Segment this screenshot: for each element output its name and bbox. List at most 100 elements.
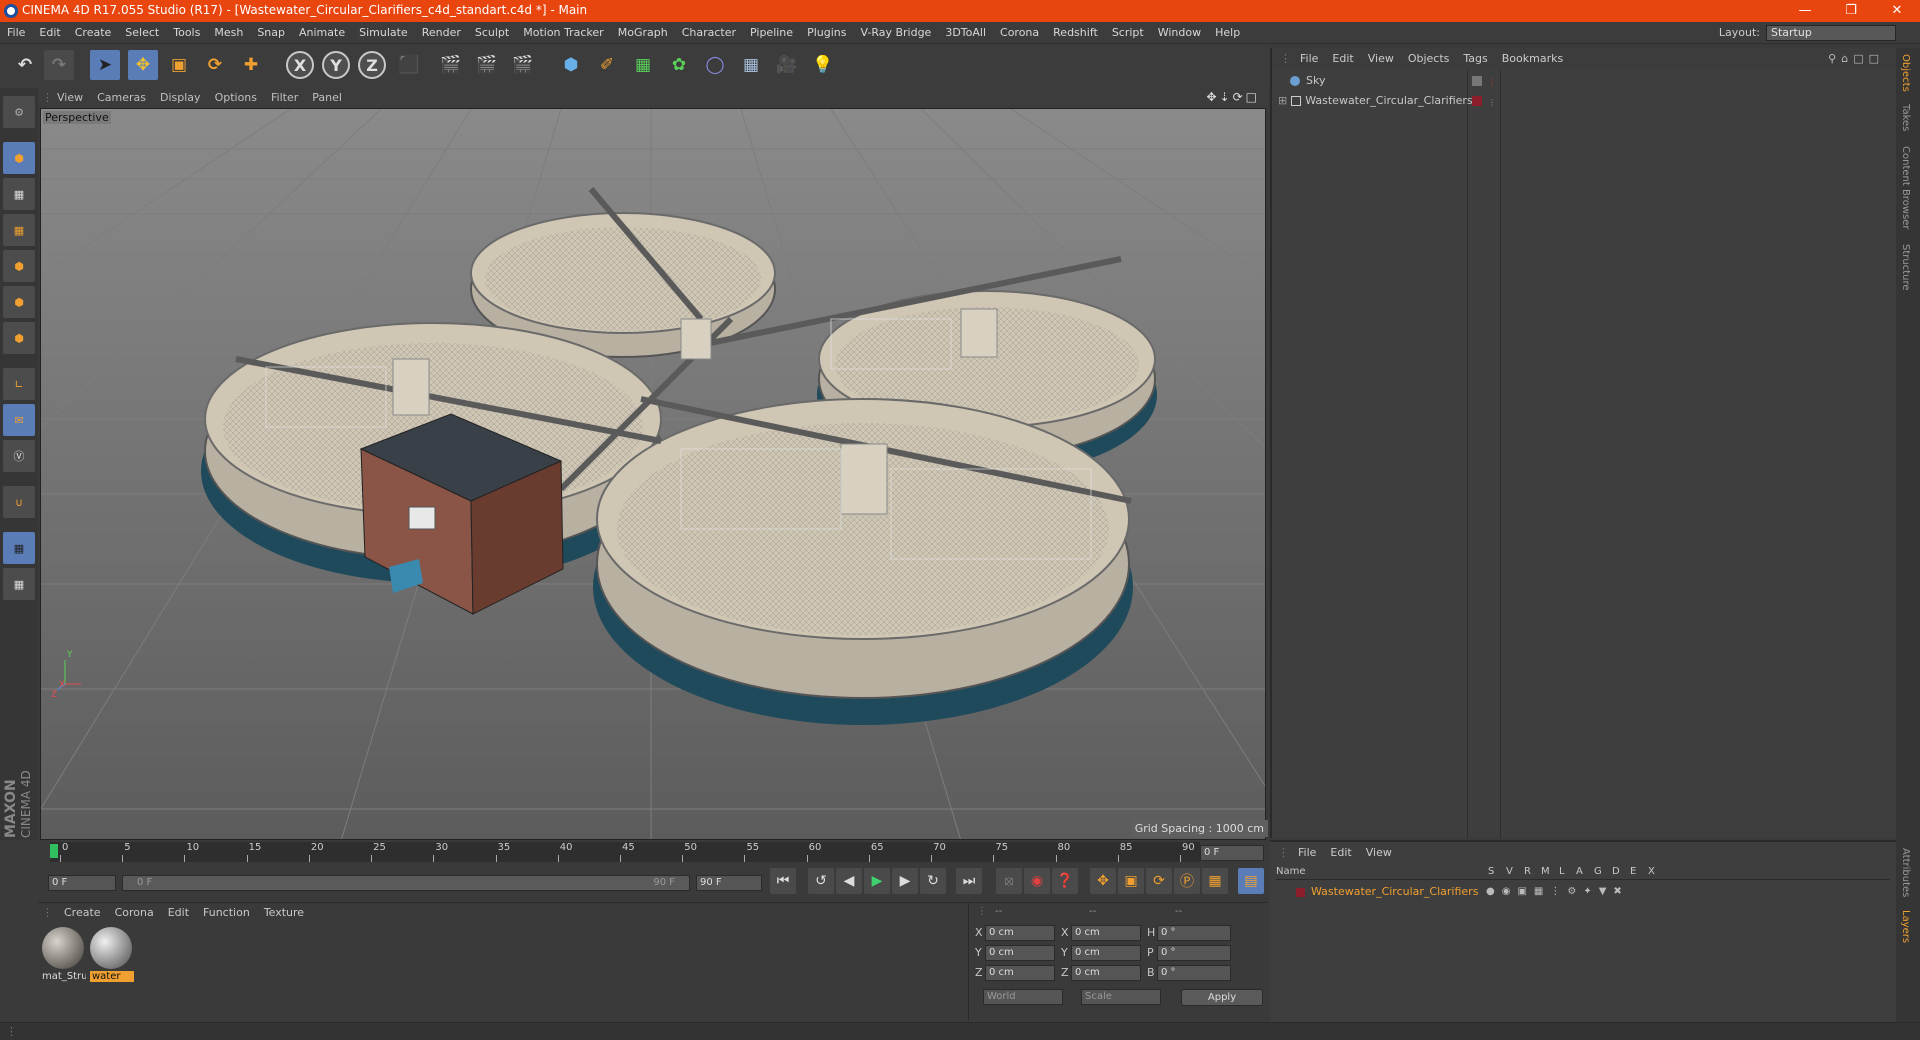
om-search-home-icons[interactable]: ⚲⌂□□ bbox=[1828, 52, 1884, 65]
menu-select[interactable]: Select bbox=[118, 22, 166, 44]
workplane-lock-icon[interactable]: ▦ bbox=[3, 532, 35, 564]
menu-3dtoall[interactable]: 3DToAll bbox=[938, 22, 993, 44]
key-parameter-icon[interactable]: Ⓟ bbox=[1174, 868, 1200, 894]
cloner-icon[interactable]: ✿ bbox=[664, 50, 694, 80]
layer-col-deformers[interactable]: D bbox=[1612, 866, 1620, 877]
layer-color-swatch[interactable] bbox=[1472, 96, 1482, 106]
frame-range-slider[interactable]: 0 F 90 F bbox=[122, 875, 690, 891]
transform-tool-icon[interactable]: ✚ bbox=[236, 50, 266, 80]
move-tool-icon[interactable]: ✥ bbox=[128, 50, 158, 80]
x-axis-lock-icon[interactable]: X bbox=[286, 51, 314, 79]
menu-sculpt[interactable]: Sculpt bbox=[468, 22, 516, 44]
tab-layers[interactable]: Layers bbox=[1900, 910, 1911, 943]
drag-handle-icon[interactable]: ⋮ bbox=[1280, 52, 1291, 65]
drag-handle-icon[interactable]: ⋮ bbox=[977, 906, 987, 917]
apply-button[interactable]: Apply bbox=[1181, 989, 1263, 1006]
position-x-field[interactable]: 0 cm bbox=[985, 925, 1055, 941]
position-z-field[interactable]: 0 cm bbox=[985, 965, 1055, 981]
menu-render[interactable]: Render bbox=[415, 22, 468, 44]
viewport-camera-label[interactable]: Perspective bbox=[43, 111, 111, 124]
mm-menu-function[interactable]: Function bbox=[196, 906, 257, 919]
layout-dropdown[interactable]: Startup bbox=[1766, 25, 1896, 41]
lm-menu-file[interactable]: File bbox=[1291, 842, 1323, 864]
solo-mode-icon[interactable]: Ⓥ bbox=[3, 440, 35, 472]
key-position-icon[interactable]: ✥ bbox=[1090, 868, 1116, 894]
material-swatch-mat-stru[interactable]: mat_Stru bbox=[42, 927, 86, 987]
menu-simulate[interactable]: Simulate bbox=[352, 22, 415, 44]
close-icon[interactable]: ✕ bbox=[1874, 0, 1920, 22]
layer-toggle-icons[interactable]: ●◉▣▦⋮⚙✦▼✖ bbox=[1486, 884, 1629, 900]
rotation-p-field[interactable]: 0 ° bbox=[1157, 945, 1231, 961]
tweak-mode-icon[interactable]: ✉ bbox=[3, 404, 35, 436]
tab-objects[interactable]: Objects bbox=[1900, 54, 1911, 92]
expand-icon[interactable]: ⊞ bbox=[1278, 94, 1287, 107]
go-to-start-icon[interactable]: ⏮ bbox=[770, 868, 796, 894]
redo-icon[interactable]: ↷ bbox=[44, 50, 74, 80]
lm-menu-edit[interactable]: Edit bbox=[1323, 842, 1358, 864]
viewport-menu-display[interactable]: Display bbox=[153, 88, 208, 108]
menu-window[interactable]: Window bbox=[1151, 22, 1208, 44]
timeline-window-icon[interactable]: ▤ bbox=[1238, 868, 1264, 894]
camera-icon[interactable]: 🎥 bbox=[772, 50, 802, 80]
light-icon[interactable]: 💡 bbox=[808, 50, 838, 80]
menu-motion-tracker[interactable]: Motion Tracker bbox=[516, 22, 610, 44]
menu-pipeline[interactable]: Pipeline bbox=[743, 22, 800, 44]
next-keyframe-icon[interactable]: ↻ bbox=[920, 868, 946, 894]
layer-col-view[interactable]: V bbox=[1506, 866, 1513, 877]
rotation-h-field[interactable]: 0 ° bbox=[1157, 925, 1231, 941]
key-pla-icon[interactable]: ▦ bbox=[1202, 868, 1228, 894]
viewport-navigation-icons[interactable]: ✥⇣⟳□ bbox=[1206, 90, 1260, 104]
om-menu-edit[interactable]: Edit bbox=[1325, 48, 1360, 70]
menu-plugins[interactable]: Plugins bbox=[800, 22, 853, 44]
next-frame-icon[interactable]: ▶ bbox=[892, 868, 918, 894]
deformer-icon[interactable]: ◯ bbox=[700, 50, 730, 80]
locked-workplane-icon[interactable]: ▦ bbox=[3, 568, 35, 600]
visibility-dots-icon[interactable]: ⋮ bbox=[1488, 94, 1496, 112]
render-picture-viewer-icon[interactable]: 🎬 bbox=[472, 50, 502, 80]
key-rotation-icon[interactable]: ⟳ bbox=[1146, 868, 1172, 894]
tab-takes[interactable]: Takes bbox=[1900, 104, 1911, 131]
mm-menu-create[interactable]: Create bbox=[57, 906, 108, 919]
drag-handle-icon[interactable]: ⋮ bbox=[1278, 846, 1289, 859]
polygons-mode-icon[interactable]: ⬢ bbox=[3, 322, 35, 354]
render-settings-icon[interactable]: 🎬 bbox=[508, 50, 538, 80]
z-axis-lock-icon[interactable]: Z bbox=[358, 51, 386, 79]
viewport-menu-options[interactable]: Options bbox=[208, 88, 264, 108]
viewport-menu-filter[interactable]: Filter bbox=[264, 88, 305, 108]
workplane-mode-icon[interactable]: ▦ bbox=[3, 214, 35, 246]
position-y-field[interactable]: 0 cm bbox=[985, 945, 1055, 961]
scale-tool-icon[interactable]: ▣ bbox=[164, 50, 194, 80]
layer-col-manager[interactable]: M bbox=[1541, 866, 1550, 877]
coordinate-system-dropdown[interactable]: World bbox=[983, 989, 1063, 1005]
menu-script[interactable]: Script bbox=[1105, 22, 1151, 44]
current-frame-field[interactable]: 0 F bbox=[1200, 845, 1264, 861]
layer-name[interactable]: Wastewater_Circular_Clarifiers bbox=[1311, 885, 1478, 898]
timeline-ruler[interactable]: 0 5 10 15 20 25 30 35 40 45 50 55 60 65 70 75 80 85 90 bbox=[50, 842, 1200, 862]
minimize-icon[interactable]: — bbox=[1782, 0, 1828, 22]
sky-tag-icon[interactable] bbox=[1472, 76, 1482, 86]
axis-mode-icon[interactable]: ∟ bbox=[3, 368, 35, 400]
render-view-icon[interactable]: 🎬 bbox=[436, 50, 466, 80]
menu-character[interactable]: Character bbox=[675, 22, 743, 44]
model-mode-icon[interactable]: ⬢ bbox=[3, 142, 35, 174]
menu-tools[interactable]: Tools bbox=[166, 22, 207, 44]
previous-frame-icon[interactable]: ◀ bbox=[836, 868, 862, 894]
tab-content-browser[interactable]: Content Browser bbox=[1900, 146, 1911, 229]
om-menu-file[interactable]: File bbox=[1293, 48, 1325, 70]
size-y-field[interactable]: 0 cm bbox=[1071, 945, 1141, 961]
pen-spline-icon[interactable]: ✐ bbox=[592, 50, 622, 80]
menu-redshift[interactable]: Redshift bbox=[1046, 22, 1105, 44]
previous-keyframe-icon[interactable]: ↺ bbox=[808, 868, 834, 894]
menu-snap[interactable]: Snap bbox=[250, 22, 292, 44]
object-row-wastewater[interactable]: ⊞ Wastewater_Circular_Clarifiers ⋮ bbox=[1276, 92, 1616, 110]
om-menu-view[interactable]: View bbox=[1361, 48, 1401, 70]
viewport-menu-cameras[interactable]: Cameras bbox=[90, 88, 153, 108]
layer-col-render[interactable]: R bbox=[1524, 866, 1531, 877]
layer-col-expressions[interactable]: E bbox=[1630, 866, 1636, 877]
size-mode-dropdown[interactable]: Scale bbox=[1081, 989, 1161, 1005]
restore-icon[interactable]: ❐ bbox=[1828, 0, 1874, 22]
tab-structure[interactable]: Structure bbox=[1900, 244, 1911, 291]
menu-corona[interactable]: Corona bbox=[993, 22, 1046, 44]
menu-animate[interactable]: Animate bbox=[292, 22, 352, 44]
coordinate-system-icon[interactable]: ⬛ bbox=[394, 50, 424, 80]
